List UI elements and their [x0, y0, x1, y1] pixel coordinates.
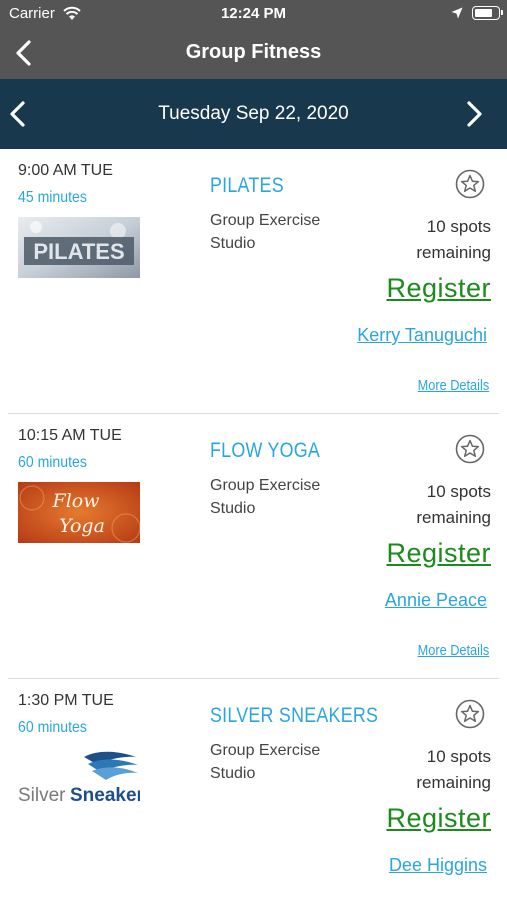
- register-button[interactable]: Register: [386, 538, 491, 569]
- pilates-thumbnail: PILATES: [18, 217, 140, 278]
- next-day-chevron-icon[interactable]: [462, 100, 486, 128]
- favorite-star-icon[interactable]: [455, 434, 485, 464]
- location-arrow-icon: [451, 7, 463, 19]
- favorite-star-icon[interactable]: [455, 169, 485, 199]
- class-list: 9:00 AM TUE 45 minutes PILATES PILATES G…: [0, 149, 507, 900]
- svg-text:Yoga: Yoga: [59, 515, 105, 537]
- svg-text:Flow: Flow: [52, 490, 100, 512]
- status-bar: Carrier 12:24 PM: [0, 0, 507, 28]
- class-duration: 45 minutes: [18, 189, 87, 206]
- instructor-link[interactable]: Dee Higgins: [389, 855, 487, 876]
- more-details-link[interactable]: More Details: [417, 642, 489, 659]
- class-name[interactable]: FLOW YOGA: [210, 439, 320, 463]
- flow-yoga-thumbnail: Flow Yoga: [18, 482, 140, 543]
- clock: 12:24 PM: [220, 5, 287, 22]
- spots-remaining: 10 spots remaining: [416, 482, 491, 527]
- register-button[interactable]: Register: [386, 803, 491, 834]
- more-details-link[interactable]: More Details: [417, 377, 489, 394]
- page-title: Group Fitness: [185, 41, 322, 63]
- instructor-link[interactable]: Kerry Tanuguchi: [357, 325, 487, 346]
- class-time: 9:00 AM TUE: [18, 162, 113, 179]
- spots-remaining: 10 spots remaining: [416, 217, 491, 262]
- class-name[interactable]: PILATES: [210, 174, 284, 198]
- spots-remaining: 10 spots remaining: [416, 747, 491, 792]
- selected-date: Tuesday Sep 22, 2020: [158, 103, 349, 124]
- svg-text:Silver: Silver: [18, 785, 66, 806]
- battery-icon: [472, 6, 503, 20]
- class-location: Group Exercise Studio: [210, 742, 321, 782]
- date-selector: Tuesday Sep 22, 2020: [0, 79, 507, 149]
- class-location: Group Exercise Studio: [210, 477, 321, 517]
- class-card: 1:30 PM TUE 60 minutes Silver Sneakers S…: [8, 679, 499, 900]
- class-time: 1:30 PM TUE: [18, 692, 114, 709]
- class-name[interactable]: SILVER SNEAKERS: [210, 704, 378, 728]
- svg-text:PILATES: PILATES: [33, 239, 124, 264]
- instructor-link[interactable]: Annie Peace: [385, 590, 487, 611]
- class-time: 10:15 AM TUE: [18, 427, 122, 444]
- svg-text:Sneakers: Sneakers: [70, 785, 140, 806]
- class-card: 9:00 AM TUE 45 minutes PILATES PILATES G…: [8, 149, 499, 414]
- class-location: Group Exercise Studio: [210, 212, 321, 252]
- favorite-star-icon[interactable]: [455, 699, 485, 729]
- class-duration: 60 minutes: [18, 454, 87, 471]
- class-duration: 60 minutes: [18, 719, 87, 736]
- class-card: 10:15 AM TUE 60 minutes Flow Yoga FLOW Y…: [8, 414, 499, 679]
- silver-sneakers-logo: Silver Sneakers: [18, 747, 140, 808]
- register-button[interactable]: Register: [386, 273, 491, 304]
- nav-bar: Group Fitness: [0, 28, 507, 79]
